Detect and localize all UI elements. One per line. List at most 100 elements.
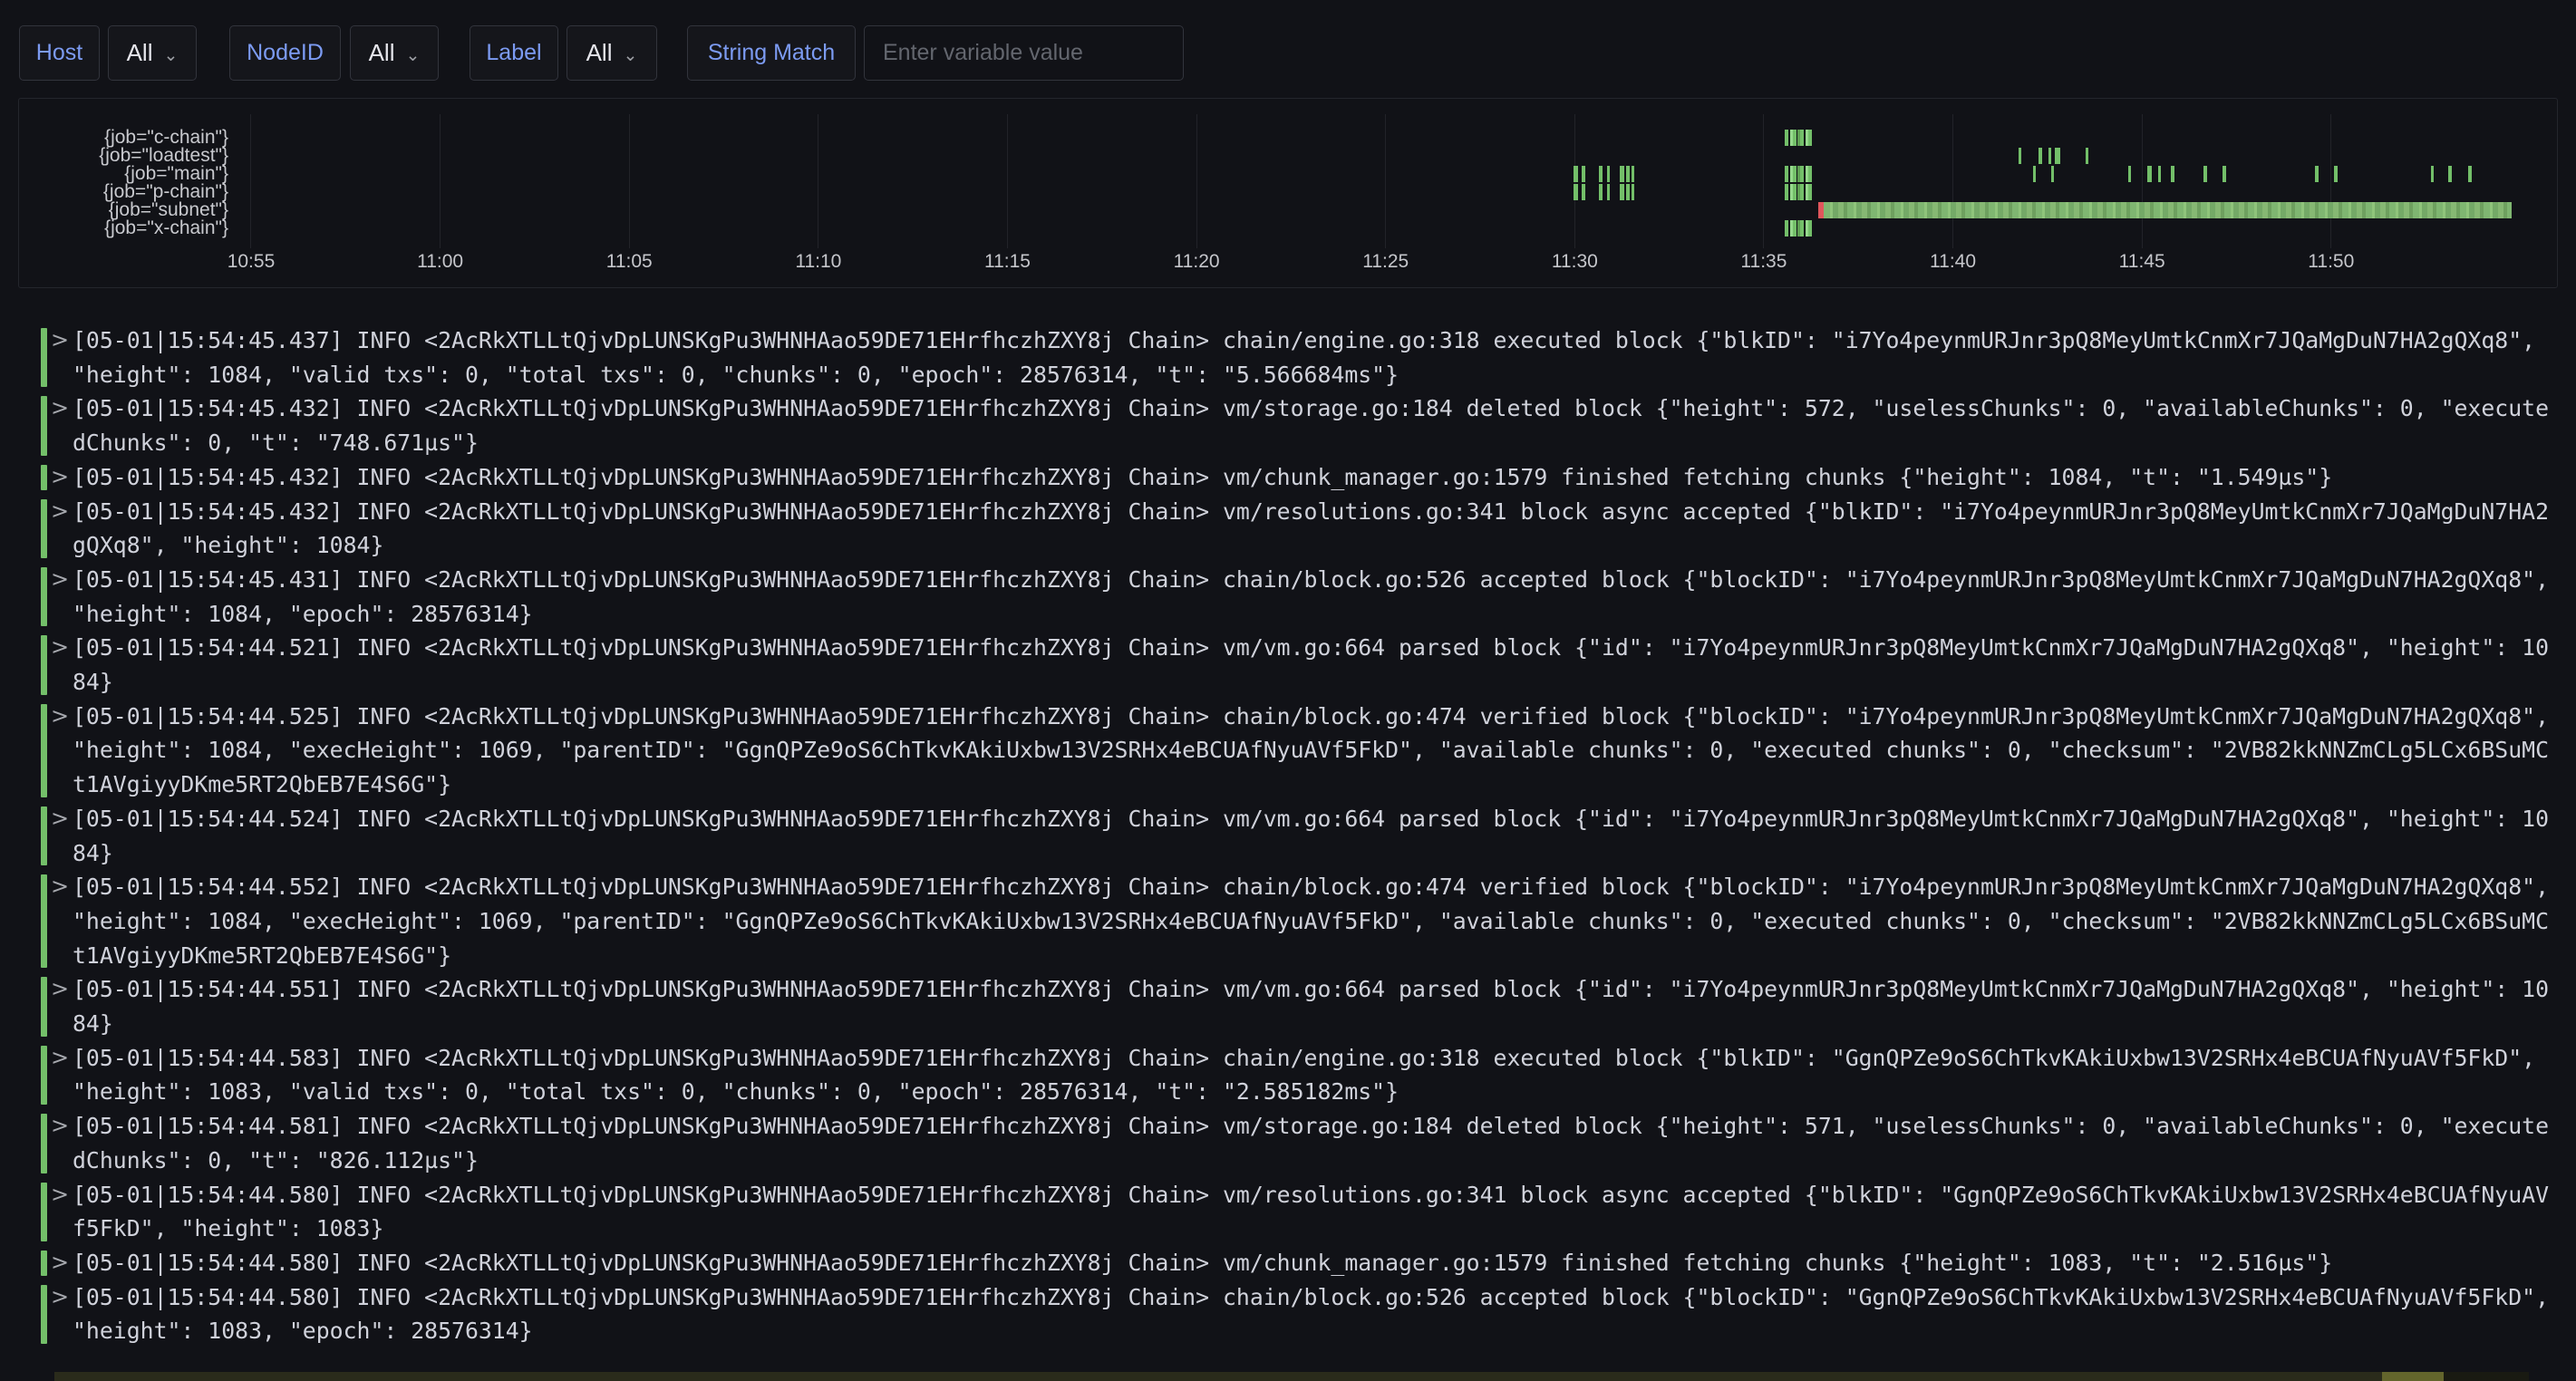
log-level-indicator bbox=[41, 635, 47, 694]
expand-log-icon[interactable]: > bbox=[51, 460, 69, 495]
log-row[interactable]: >[05-01|15:54:44.581] INFO <2AcRkXTLLtQj… bbox=[0, 1109, 2576, 1177]
chart-segment bbox=[2223, 166, 2225, 182]
variable-label-text: String Match bbox=[708, 40, 835, 66]
log-row[interactable]: >[05-01|15:54:45.431] INFO <2AcRkXTLLtQj… bbox=[0, 563, 2576, 631]
log-text: [05-01|15:54:45.431] INFO <2AcRkXTLLtQjv… bbox=[73, 563, 2549, 631]
chart-segment bbox=[1607, 184, 1610, 200]
chart-segment bbox=[1599, 184, 1602, 200]
log-level-indicator bbox=[41, 977, 47, 1036]
variable-select-nodeid[interactable]: All⌄ bbox=[350, 25, 439, 81]
expand-log-icon[interactable]: > bbox=[51, 700, 69, 734]
grid-line bbox=[440, 114, 441, 248]
chart-segment bbox=[1785, 220, 1812, 237]
next-panel-sliver bbox=[2444, 1372, 2529, 1381]
log-row[interactable]: >[05-01|15:54:45.437] INFO <2AcRkXTLLtQj… bbox=[0, 324, 2576, 391]
x-axis-tick-label: 11:35 bbox=[1740, 251, 1787, 273]
chevron-down-icon: ⌄ bbox=[405, 45, 420, 66]
log-row[interactable]: >[05-01|15:54:44.551] INFO <2AcRkXTLLtQj… bbox=[0, 972, 2576, 1040]
log-text: [05-01|15:54:44.524] INFO <2AcRkXTLLtQjv… bbox=[73, 802, 2549, 870]
expand-log-icon[interactable]: > bbox=[51, 1041, 69, 1076]
grid-line bbox=[1385, 114, 1386, 248]
chart-segment bbox=[1620, 166, 1623, 182]
variable-label-string-match: String Match bbox=[687, 25, 856, 81]
expand-log-icon[interactable]: > bbox=[51, 1246, 69, 1280]
log-row[interactable]: >[05-01|15:54:44.580] INFO <2AcRkXTLLtQj… bbox=[0, 1246, 2576, 1280]
chart-segment bbox=[2334, 166, 2338, 182]
x-axis-tick-label: 11:05 bbox=[606, 251, 653, 273]
log-row[interactable]: >[05-01|15:54:44.525] INFO <2AcRkXTLLtQj… bbox=[0, 700, 2576, 802]
log-level-indicator bbox=[41, 1183, 47, 1241]
chart-segment bbox=[1785, 130, 1812, 146]
variable-label-text: NodeID bbox=[247, 40, 324, 66]
chart-segment bbox=[1824, 202, 2512, 218]
grid-line bbox=[1007, 114, 1008, 248]
expand-log-icon[interactable]: > bbox=[51, 972, 69, 1007]
expand-log-icon[interactable]: > bbox=[51, 324, 69, 358]
variable-label-text: Label bbox=[486, 40, 541, 66]
expand-log-icon[interactable]: > bbox=[51, 563, 69, 597]
variable-select-host[interactable]: All⌄ bbox=[108, 25, 197, 81]
expand-log-icon[interactable]: > bbox=[51, 802, 69, 836]
chart-segment bbox=[1632, 166, 1634, 182]
string-match-input[interactable] bbox=[864, 25, 1184, 81]
x-axis-tick-label: 10:55 bbox=[228, 251, 276, 273]
chart-segment bbox=[2019, 148, 2021, 164]
log-level-indicator bbox=[41, 396, 47, 455]
x-axis-tick-label: 11:15 bbox=[984, 251, 1031, 273]
grid-line bbox=[1196, 114, 1197, 248]
chart-segment bbox=[2086, 148, 2088, 164]
x-axis-tick-label: 11:25 bbox=[1362, 251, 1409, 273]
log-text: [05-01|15:54:44.551] INFO <2AcRkXTLLtQjv… bbox=[73, 972, 2549, 1040]
log-text: [05-01|15:54:44.583] INFO <2AcRkXTLLtQjv… bbox=[73, 1041, 2549, 1109]
expand-log-icon[interactable]: > bbox=[51, 495, 69, 529]
chart-segment bbox=[2448, 166, 2452, 182]
variable-select-label[interactable]: All⌄ bbox=[567, 25, 657, 81]
log-row[interactable]: >[05-01|15:54:44.583] INFO <2AcRkXTLLtQj… bbox=[0, 1041, 2576, 1109]
log-level-indicator bbox=[41, 1251, 47, 1276]
log-text: [05-01|15:54:45.432] INFO <2AcRkXTLLtQjv… bbox=[73, 460, 2549, 495]
log-level-indicator bbox=[41, 704, 47, 797]
log-text: [05-01|15:54:44.580] INFO <2AcRkXTLLtQjv… bbox=[73, 1280, 2549, 1348]
chart-segment bbox=[2203, 166, 2206, 182]
log-row[interactable]: >[05-01|15:54:45.432] INFO <2AcRkXTLLtQj… bbox=[0, 495, 2576, 563]
log-row[interactable]: >[05-01|15:54:44.552] INFO <2AcRkXTLLtQj… bbox=[0, 870, 2576, 972]
next-panel-sliver bbox=[2382, 1372, 2444, 1381]
expand-log-icon[interactable]: > bbox=[51, 1109, 69, 1144]
grid-line bbox=[1952, 114, 1953, 248]
log-level-indicator bbox=[41, 465, 47, 490]
expand-log-icon[interactable]: > bbox=[51, 1178, 69, 1212]
log-row[interactable]: >[05-01|15:54:44.524] INFO <2AcRkXTLLtQj… bbox=[0, 802, 2576, 870]
chart-segment bbox=[1785, 184, 1812, 200]
variable-label-host: Host bbox=[19, 25, 100, 81]
chart-segment bbox=[2051, 166, 2054, 182]
log-text: [05-01|15:54:44.525] INFO <2AcRkXTLLtQjv… bbox=[73, 700, 2549, 802]
log-row[interactable]: >[05-01|15:54:44.580] INFO <2AcRkXTLLtQj… bbox=[0, 1178, 2576, 1246]
chart-row-label: {job="p-chain"} bbox=[103, 183, 228, 201]
log-level-indicator bbox=[41, 806, 47, 865]
log-row[interactable]: >[05-01|15:54:45.432] INFO <2AcRkXTLLtQj… bbox=[0, 460, 2576, 495]
chart-segment bbox=[2158, 166, 2161, 182]
chart-segment bbox=[2033, 166, 2036, 182]
log-text: [05-01|15:54:45.432] INFO <2AcRkXTLLtQjv… bbox=[73, 495, 2549, 563]
chart-segment bbox=[2147, 166, 2151, 182]
chart-segment bbox=[1632, 184, 1634, 200]
chart-segment bbox=[1626, 184, 1629, 200]
log-level-indicator bbox=[41, 874, 47, 968]
chart-row-label: {job="main"} bbox=[124, 165, 228, 183]
grid-line bbox=[1763, 114, 1764, 248]
log-volume-panel: 10:5511:0011:0511:1011:1511:2011:2511:30… bbox=[18, 98, 2558, 288]
chart-segment bbox=[1574, 166, 1578, 182]
log-row[interactable]: >[05-01|15:54:44.521] INFO <2AcRkXTLLtQj… bbox=[0, 631, 2576, 699]
expand-log-icon[interactable]: > bbox=[51, 870, 69, 904]
variables-toolbar: Host All⌄ NodeID All⌄ Label All⌄ String … bbox=[0, 0, 2576, 98]
expand-log-icon[interactable]: > bbox=[51, 631, 69, 665]
variable-label-text: Host bbox=[36, 40, 82, 66]
grid-line bbox=[629, 114, 630, 248]
log-row[interactable]: >[05-01|15:54:45.432] INFO <2AcRkXTLLtQj… bbox=[0, 391, 2576, 459]
chart-segment bbox=[1785, 166, 1812, 182]
chart-segment bbox=[1582, 166, 1585, 182]
log-row[interactable]: >[05-01|15:54:44.580] INFO <2AcRkXTLLtQj… bbox=[0, 1280, 2576, 1348]
expand-log-icon[interactable]: > bbox=[51, 1280, 69, 1315]
expand-log-icon[interactable]: > bbox=[51, 391, 69, 426]
log-text: [05-01|15:54:44.552] INFO <2AcRkXTLLtQjv… bbox=[73, 870, 2549, 972]
